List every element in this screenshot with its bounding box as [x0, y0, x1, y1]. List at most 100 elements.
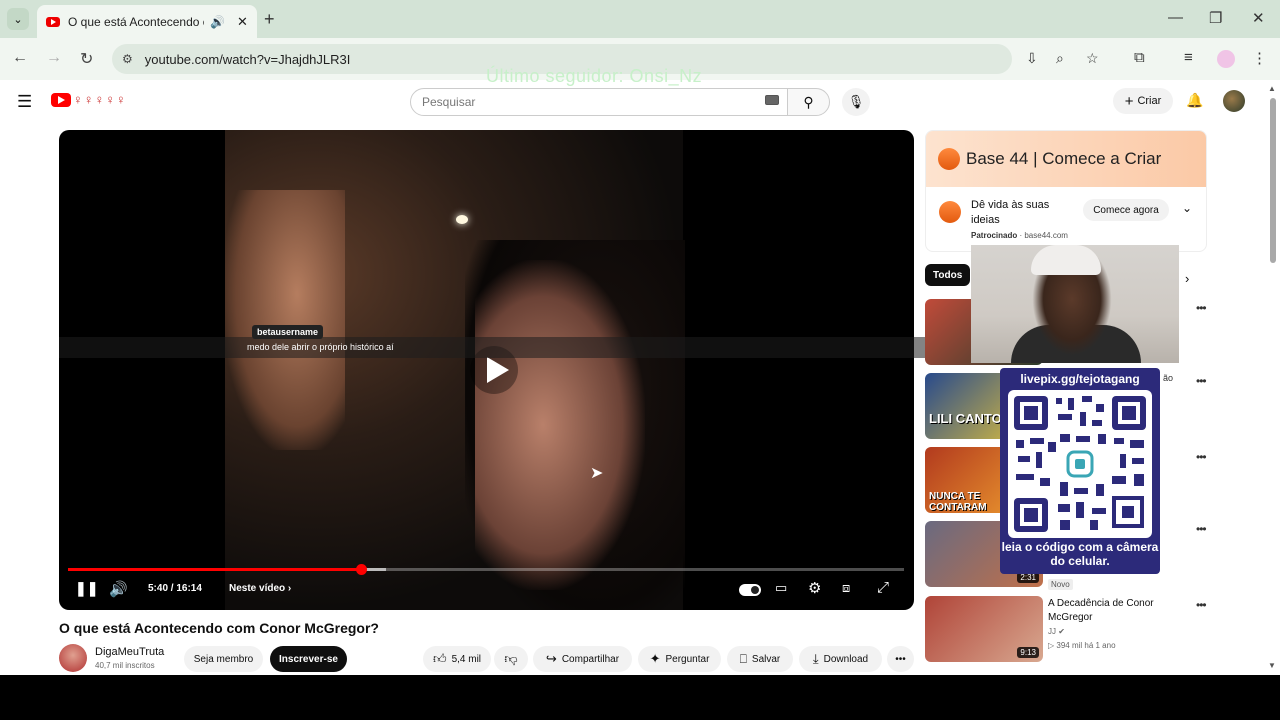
minimize-button[interactable]: —: [1168, 9, 1183, 26]
speaker-icon[interactable]: 🔊: [210, 15, 225, 29]
like-button[interactable]: 👍︎ 5,4 mil: [423, 646, 491, 672]
download-icon: ⤓: [812, 651, 819, 666]
recommendation-thumbnail[interactable]: 9:13: [925, 596, 1043, 662]
maximize-button[interactable]: ❐: [1209, 9, 1222, 27]
rec-channel-name: JJ: [1048, 627, 1056, 636]
more-vertical-icon[interactable]: •••: [1196, 301, 1207, 315]
new-tab-button[interactable]: +: [264, 9, 275, 30]
webcam-overlay: [971, 245, 1179, 363]
progress-bar[interactable]: [68, 568, 904, 571]
extensions-icon[interactable]: ⧉: [1134, 49, 1145, 66]
channel-name[interactable]: DigaMeuTruta: [95, 646, 164, 658]
forward-button[interactable]: →: [46, 49, 62, 67]
chat-overlay-message: medo dele abrir o próprio histórico aí: [59, 337, 925, 358]
new-badge: Novo: [1048, 579, 1073, 590]
tab-active[interactable]: O que está Acontecendo co 🔊 ✕: [37, 5, 257, 38]
fullscreen-icon[interactable]: ⤢: [877, 579, 889, 596]
browser-menu-icon[interactable]: ⋮: [1252, 49, 1267, 67]
ask-button[interactable]: ✦ Perguntar: [638, 646, 721, 672]
more-vertical-icon[interactable]: •••: [1196, 522, 1207, 536]
qr-overlay: livepix.gg/tejotagang leia o código com …: [1000, 368, 1160, 574]
more-vertical-icon[interactable]: •••: [1196, 450, 1207, 464]
more-vertical-icon[interactable]: •••: [1196, 374, 1207, 388]
mic-icon: 🎙: [847, 94, 865, 109]
save-button[interactable]: ⎕ Salvar: [727, 646, 793, 672]
ad-sponsored-label: Patrocinado: [971, 231, 1018, 240]
ad-banner[interactable]: Base 44 | Comece a Criar: [926, 131, 1206, 187]
share-icon: ↪: [545, 651, 557, 666]
plus-icon: +: [1124, 92, 1134, 110]
ad-domain: base44.com: [1024, 231, 1068, 240]
scroll-up-icon[interactable]: ▲: [1268, 84, 1276, 93]
pause-icon[interactable]: ❚❚: [75, 580, 98, 597]
video-frame: [225, 130, 685, 610]
ad-brand: Base 44 | Comece a Criar: [966, 149, 1162, 168]
chapter-button[interactable]: Neste vídeo ›: [229, 583, 291, 594]
ad-cta-button[interactable]: Comece agora: [1083, 199, 1169, 221]
autoplay-toggle[interactable]: [739, 584, 761, 596]
ask-label: Perguntar: [665, 653, 710, 665]
mouse-cursor-icon: ➤: [590, 465, 604, 482]
voice-search-button[interactable]: 🎙: [842, 88, 870, 116]
install-app-icon[interactable]: ⇩: [1026, 50, 1038, 67]
reload-button[interactable]: ↻: [80, 49, 93, 69]
video-light: [456, 215, 468, 224]
tab-search-button[interactable]: ⌄: [7, 8, 29, 30]
more-actions-button[interactable]: •••: [887, 646, 914, 672]
media-control-icon[interactable]: ≡: [1184, 49, 1193, 66]
keyboard-icon[interactable]: [765, 95, 779, 105]
subscribe-button[interactable]: Inscrever-se: [270, 646, 347, 672]
download-button[interactable]: ⤓ Download: [799, 646, 882, 672]
download-label: Download: [823, 653, 869, 665]
bookmark-star-icon[interactable]: ☆: [1086, 50, 1099, 67]
chevron-right-icon[interactable]: ›: [1185, 271, 1189, 286]
channel-avatar[interactable]: [59, 644, 87, 672]
rec-title-fragment: ão: [1163, 373, 1174, 383]
bookmark-icon: ⎕: [739, 651, 747, 666]
account-avatar[interactable]: [1223, 90, 1245, 112]
volume-icon[interactable]: 🔊: [109, 580, 128, 598]
qr-code-graphic: [1014, 396, 1146, 532]
share-button[interactable]: ↪ Compartilhar: [533, 646, 632, 672]
scrubber-handle[interactable]: [355, 564, 367, 575]
video-person-left: [225, 190, 345, 450]
create-label: Criar: [1137, 95, 1162, 107]
zoom-icon[interactable]: ⌕: [1056, 50, 1064, 67]
rec-title[interactable]: A Decadência de Conor McGregor: [1048, 597, 1188, 625]
browser-profile-avatar[interactable]: [1217, 50, 1235, 68]
site-info-icon[interactable]: ⚙: [122, 52, 133, 66]
video-player[interactable]: ➤ ❚❚ 🔊 5:40 / 16:14 Neste vídeo › ▭ ⚙ ⧈ …: [59, 130, 914, 610]
youtube-logo-icon[interactable]: [51, 93, 71, 107]
dislike-button[interactable]: 👎︎: [494, 646, 528, 672]
back-button[interactable]: ←: [12, 49, 28, 67]
rec-meta-text: 394 mil há 1 ano: [1056, 641, 1116, 650]
close-window-button[interactable]: ✕: [1252, 9, 1265, 27]
like-count: 5,4 mil: [451, 653, 482, 665]
qr-url: livepix.gg/tejotagang: [1020, 372, 1140, 386]
guide-menu-icon[interactable]: ☰: [17, 92, 32, 112]
subscriber-count: 40,7 mil inscritos: [95, 661, 155, 670]
settings-gear-icon[interactable]: ⚙: [808, 579, 821, 597]
search-input[interactable]: Pesquisar: [410, 88, 788, 116]
thumbnail-text: NUNCA TE CONTARAM: [929, 491, 987, 513]
ad-sponsor-line: Patrocinado · base44.com: [971, 231, 1068, 240]
subtitles-icon[interactable]: ▭: [775, 580, 787, 596]
join-button[interactable]: Seja membro: [184, 646, 263, 672]
sponsored-ad[interactable]: Base 44 | Comece a Criar Dê vida às suas…: [925, 130, 1207, 252]
miniplayer-icon[interactable]: ⧈: [842, 580, 850, 596]
create-button[interactable]: + Criar: [1113, 88, 1173, 114]
notifications-bell-icon[interactable]: 🔔: [1186, 92, 1203, 109]
close-tab-icon[interactable]: ✕: [237, 14, 248, 30]
progress-played: [68, 568, 361, 571]
doodle-logo-icon[interactable]: ♀♀♀♀♀: [73, 92, 127, 107]
more-vertical-icon[interactable]: •••: [1196, 598, 1207, 612]
chevron-down-icon[interactable]: ⌄: [1182, 201, 1192, 215]
search-button[interactable]: ⚲: [787, 88, 830, 116]
chip-all[interactable]: Todos: [925, 264, 971, 286]
search-icon: ⚲: [803, 93, 814, 110]
scrollbar-thumb[interactable]: [1270, 98, 1276, 263]
webcam-person-cap: [1031, 245, 1101, 275]
scroll-down-icon[interactable]: ▼: [1268, 661, 1276, 670]
video-person-right: [475, 260, 645, 590]
time-display: 5:40 / 16:14: [148, 583, 202, 594]
